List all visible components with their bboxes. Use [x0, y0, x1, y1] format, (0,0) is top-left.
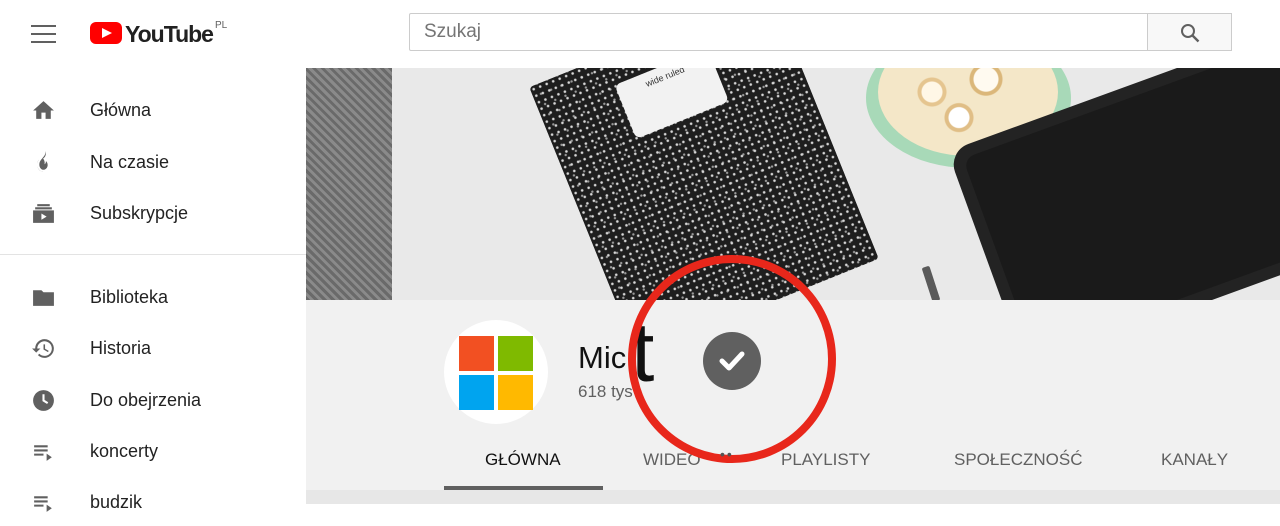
tab-community[interactable]: SPOŁECZNOŚĆ [954, 440, 1082, 490]
sidebar-divider [0, 254, 306, 255]
sidebar-item-label: koncerty [90, 441, 159, 461]
search-icon [1181, 24, 1200, 43]
masthead: YouTube PL [0, 0, 1280, 68]
sidebar-item-home[interactable]: Główna [0, 86, 306, 134]
sidebar-item-label: Główna [90, 100, 152, 120]
sidebar-item-playlist-koncerty[interactable]: koncerty [0, 427, 306, 475]
sidebar-item-history[interactable]: Historia [0, 324, 306, 372]
sidebar-item-label: Subskrypcje [90, 203, 189, 223]
sidebar-item-library[interactable]: Biblioteka [0, 273, 306, 321]
search-button[interactable] [1148, 13, 1232, 51]
country-code: PL [214, 20, 228, 31]
search-input[interactable] [409, 13, 1148, 51]
sidebar-item-label: Do obejrzenia [90, 390, 202, 410]
sidebar: Główna Na czasie Subskrypcje Biblioteka … [0, 68, 306, 512]
subscriptions-icon [33, 204, 54, 223]
youtube-logo[interactable]: YouTube PL [90, 18, 227, 50]
channel-tabs: GŁÓWNA WIDEO PLAYLISTY SPOŁECZNOŚĆ KANAŁ… [444, 440, 1280, 490]
trending-icon [37, 151, 48, 172]
sidebar-item-watch-later[interactable]: Do obejrzenia [0, 376, 306, 424]
sidebar-item-label: Historia [90, 338, 152, 358]
content-area-top [306, 490, 1280, 504]
notebook-label: wide ruled [614, 68, 730, 139]
banner-pencil [921, 265, 941, 300]
home-icon [33, 101, 54, 119]
sidebar-item-label: Biblioteka [90, 287, 169, 307]
playlist-icon [34, 496, 52, 512]
menu-icon[interactable] [31, 25, 56, 43]
playlist-icon [34, 445, 52, 461]
annotation-dots: •• [720, 446, 734, 462]
tab-playlists[interactable]: PLAYLISTY [781, 440, 870, 490]
annotation-circle [628, 255, 836, 463]
watch-later-icon [33, 390, 54, 411]
tab-channels[interactable]: KANAŁY [1161, 440, 1228, 490]
logo-text: YouTube [125, 21, 214, 47]
channel-banner: wide ruled [306, 68, 1280, 300]
library-icon [33, 290, 54, 306]
sidebar-item-label: budzik [90, 492, 143, 512]
tab-home[interactable]: GŁÓWNA [485, 440, 561, 490]
subscriber-count: 618 tys [578, 382, 633, 401]
sidebar-item-label: Na czasie [90, 152, 170, 172]
channel-name: Mic [578, 340, 627, 375]
sidebar-item-trending[interactable]: Na czasie [0, 138, 306, 186]
youtube-play-icon [90, 22, 122, 44]
history-icon [32, 339, 54, 358]
banner-fabric [306, 68, 392, 300]
sidebar-item-subscriptions[interactable]: Subskrypcje [0, 189, 306, 237]
microsoft-logo-icon [459, 336, 533, 410]
sidebar-item-playlist-budzik[interactable]: budzik [0, 478, 306, 526]
